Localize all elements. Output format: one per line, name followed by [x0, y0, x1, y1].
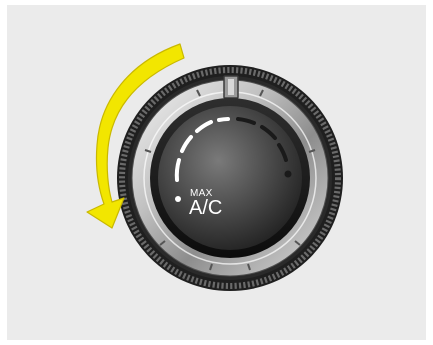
ac-label: A/C: [189, 197, 222, 219]
off-dot: [284, 170, 292, 178]
climate-knob-figure: MAX A/C: [86, 43, 343, 291]
max-ac-dot: [175, 196, 181, 202]
knob-face[interactable]: [158, 106, 302, 250]
pointer-tab: [223, 75, 239, 99]
